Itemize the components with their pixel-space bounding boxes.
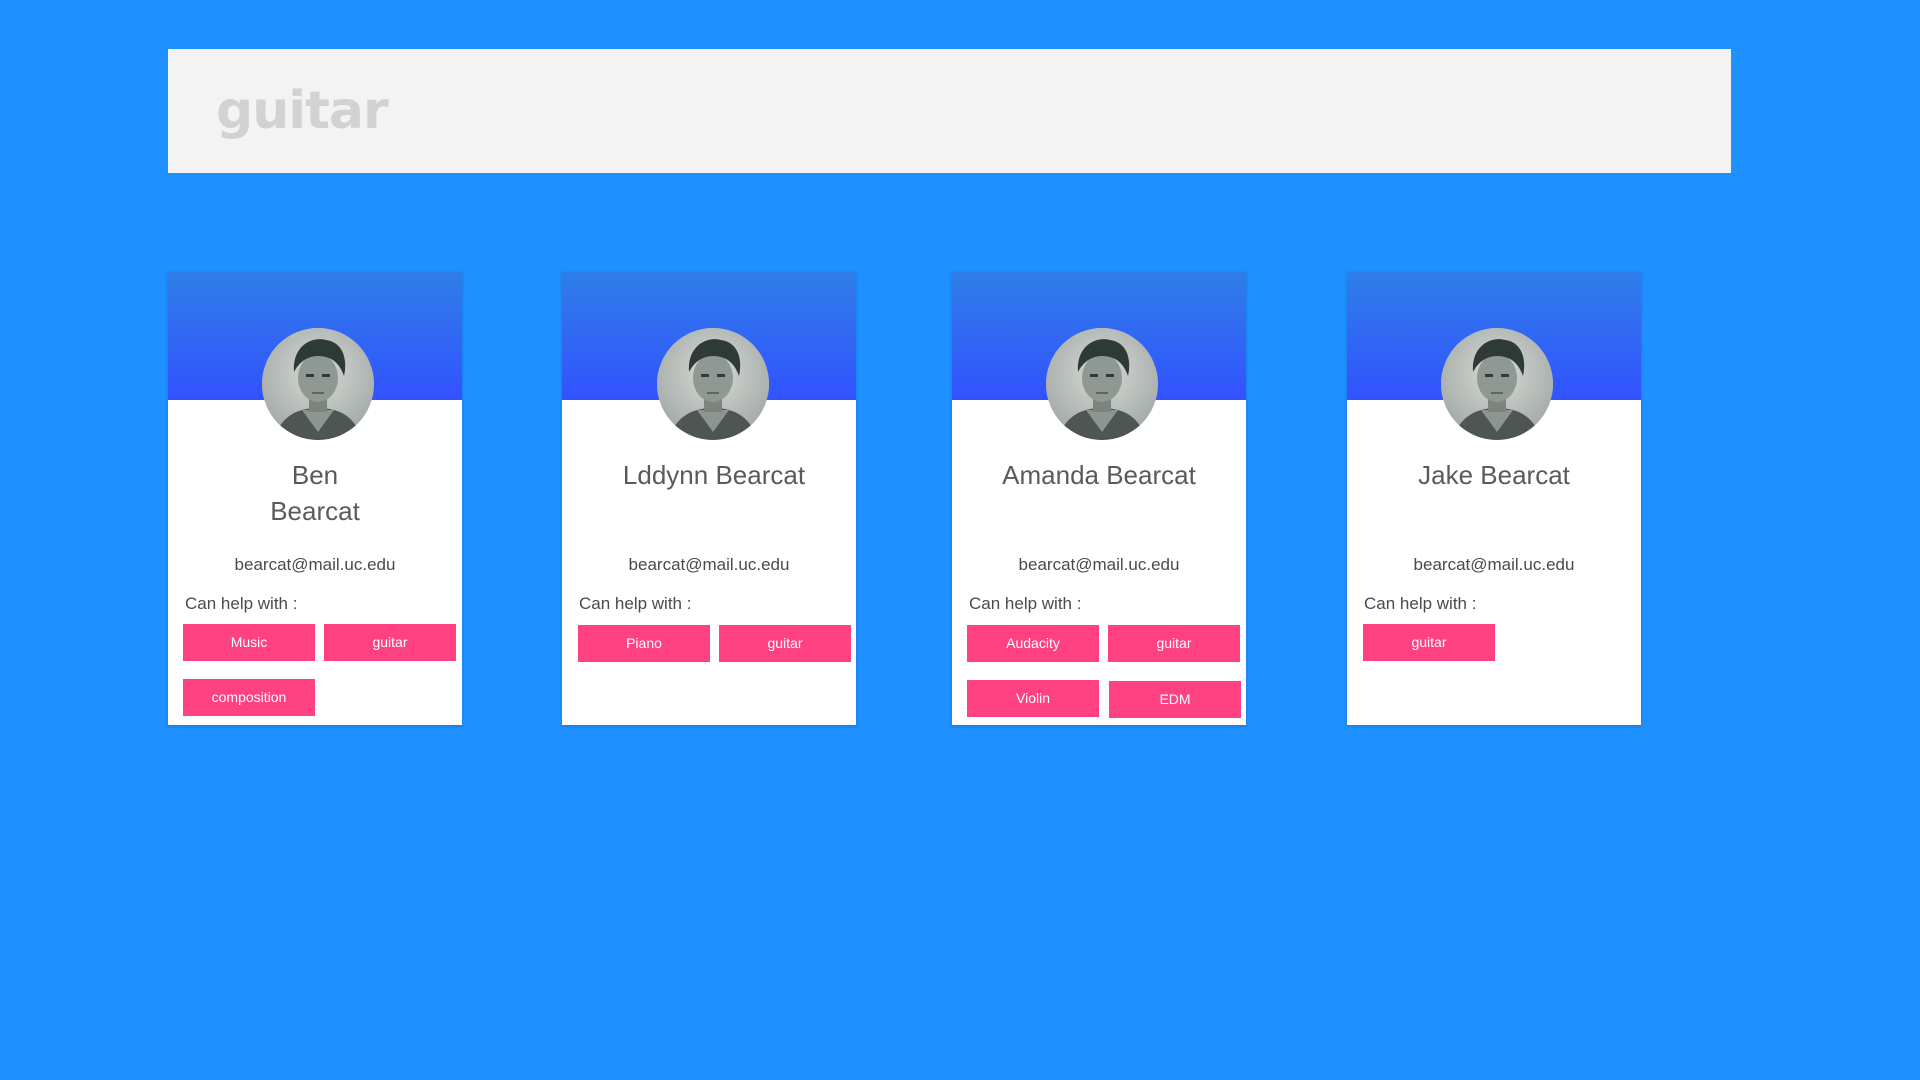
skill-tag-piano[interactable]: Piano — [578, 625, 710, 662]
card-email: bearcat@mail.uc.edu — [234, 555, 396, 574]
skill-tag-guitar[interactable]: guitar — [719, 625, 851, 662]
avatar — [1441, 328, 1553, 440]
skill-tag-guitar[interactable]: guitar — [324, 624, 456, 661]
search-bar — [168, 49, 1731, 173]
skill-tag-composition[interactable]: composition — [183, 679, 315, 716]
help-label: Can help with : — [579, 594, 692, 613]
skill-tag-violin[interactable]: Violin — [967, 680, 1099, 717]
profile-card[interactable]: Jake Bearcat bearcat@mail.uc.edu Can hel… — [1347, 272, 1641, 725]
skill-tag-guitar[interactable]: guitar — [1363, 624, 1495, 661]
profile-card[interactable]: Lddynn Bearcat bearcat@mail.uc.edu Can h… — [562, 272, 856, 725]
card-name: Amanda Bearcat — [1002, 460, 1196, 490]
skill-tag-audacity[interactable]: Audacity — [967, 625, 1099, 662]
help-label: Can help with : — [969, 594, 1082, 613]
profile-card[interactable]: Ben Bearcat bearcat@mail.uc.edu Can help … — [168, 272, 462, 725]
skill-tag-edm[interactable]: EDM — [1109, 681, 1241, 718]
card-name: Lddynn Bearcat — [622, 460, 806, 490]
card-name: Ben Bearcat — [270, 460, 360, 526]
card-email: bearcat@mail.uc.edu — [628, 555, 790, 574]
card-email: bearcat@mail.uc.edu — [1413, 555, 1575, 574]
card-name: Jake Bearcat — [1418, 460, 1570, 490]
card-email: bearcat@mail.uc.edu — [1018, 555, 1180, 574]
avatar — [262, 328, 374, 440]
search-input[interactable] — [216, 71, 1616, 151]
profile-card[interactable]: Amanda Bearcat bearcat@mail.uc.edu Can h… — [952, 272, 1246, 725]
skill-tag-guitar[interactable]: guitar — [1108, 625, 1240, 662]
avatar — [1046, 328, 1158, 440]
avatar — [657, 328, 769, 440]
skill-tag-music[interactable]: Music — [183, 624, 315, 661]
help-label: Can help with : — [185, 594, 298, 613]
help-label: Can help with : — [1364, 594, 1477, 613]
